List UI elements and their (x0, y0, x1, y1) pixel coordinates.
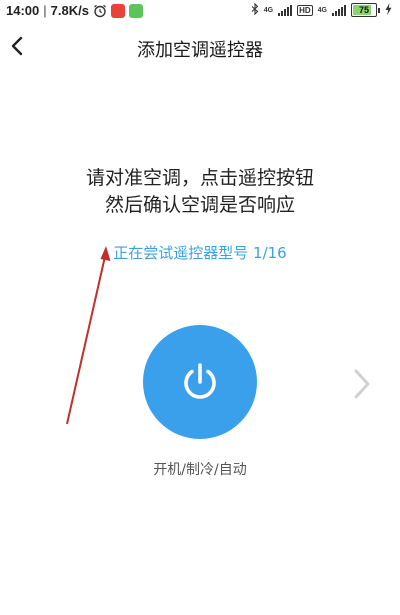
status-left: 14:00 | 7.8K/s (6, 3, 143, 18)
signal-1-icon (278, 4, 293, 16)
battery-cap (378, 7, 380, 13)
power-icon (184, 363, 216, 399)
app-badge-red-icon (110, 3, 125, 18)
instructions: 请对准空调，点击遥控按钮 然后确认空调是否响应 (0, 165, 400, 219)
signal-2-icon (332, 4, 346, 16)
app-badge-green-icon (128, 3, 143, 18)
status-separator: | (43, 3, 47, 18)
hd-icon: HD (297, 4, 313, 16)
net-label-1: 4G (263, 6, 274, 14)
battery-level: 75 (358, 5, 369, 15)
alarm-icon (93, 4, 107, 18)
next-model-button[interactable] (344, 362, 380, 406)
nav-bar: 添加空调遥控器 (0, 26, 400, 66)
power-button-label: 开机/制冷/自动 (153, 462, 247, 478)
screen: 14:00 | 7.8K/s 4G HD 4G 75 添加空调遥控器 请对准空调… (0, 0, 400, 615)
instruction-line-2: 然后确认空调是否响应 (104, 194, 295, 216)
status-time: 14:00 (6, 3, 40, 18)
page-title: 添加空调遥控器 (137, 40, 263, 61)
net-label-2: 4G (317, 6, 327, 14)
battery-icon: 75 (351, 3, 377, 17)
bluetooth-icon (251, 2, 259, 17)
chevron-right-icon (354, 369, 370, 399)
model-progress-text: 正在尝试遥控器型号 1/16 (113, 244, 287, 262)
power-button[interactable] (143, 325, 257, 439)
status-net-speed: 7.8K/s (50, 3, 89, 18)
status-bar: 14:00 | 7.8K/s 4G HD 4G 75 (0, 0, 400, 24)
status-right: 4G HD 4G 75 (251, 2, 392, 17)
annotation-arrow-icon (66, 246, 111, 425)
instruction-line-1: 请对准空调，点击遥控按钮 (85, 167, 314, 189)
charging-icon (385, 3, 392, 17)
